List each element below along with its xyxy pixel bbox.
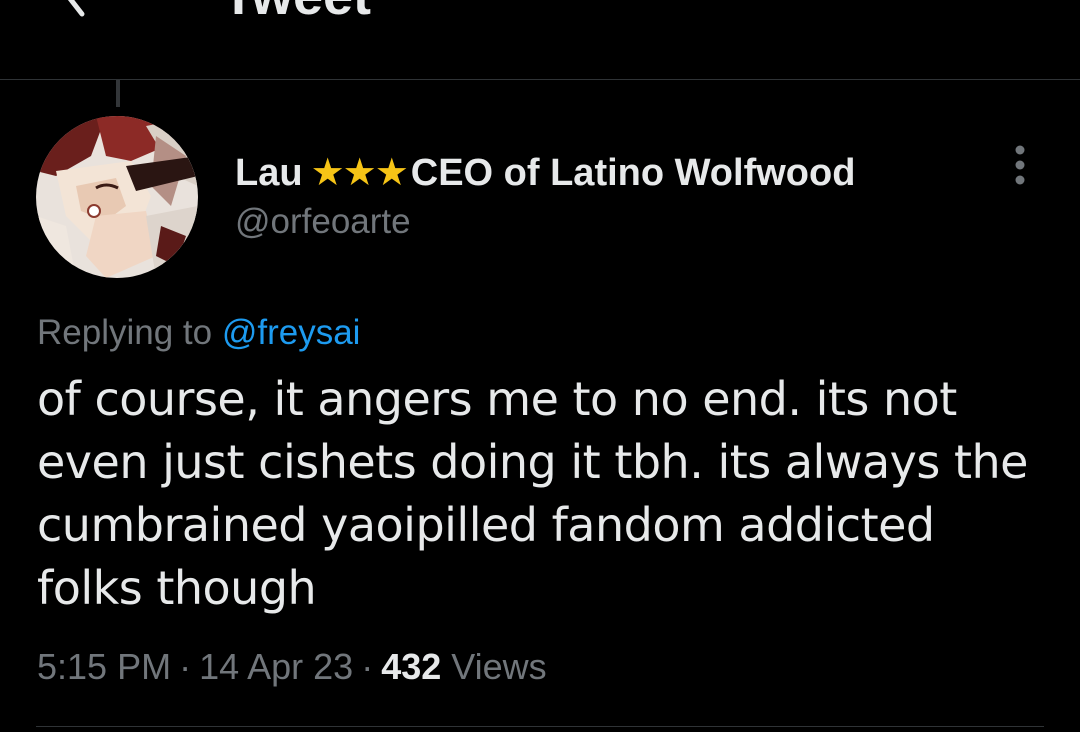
replying-to-label: Replying to: [37, 313, 213, 352]
page-title: Tweet: [222, 0, 371, 26]
meta-separator: ·: [179, 646, 192, 687]
replying-to-line: Replying to @freysai: [37, 310, 360, 356]
divider: [36, 726, 1044, 727]
thread-connector-line: [116, 80, 120, 107]
top-header: Tweet: [0, 0, 1080, 80]
tweet-time[interactable]: 5:15 PM: [37, 646, 171, 687]
tweet-detail-page: Tweet Lau★★★CEO of Latino Wolfwood @orfe…: [0, 0, 1080, 732]
more-vertical-icon[interactable]: [1004, 140, 1036, 190]
back-arrow-icon[interactable]: [52, 0, 96, 18]
views-count[interactable]: 432: [381, 646, 441, 687]
views-label: Views: [451, 646, 547, 687]
star-emoji-icon: ★★★: [310, 152, 409, 194]
avatar[interactable]: [36, 116, 198, 278]
display-name[interactable]: Lau ★★★ CEO of Latino Wolfwood: [235, 150, 855, 196]
display-name-prefix: Lau: [235, 152, 303, 194]
user-handle[interactable]: @orfeoarte: [235, 200, 411, 244]
display-name-suffix: CEO of Latino Wolfwood: [410, 152, 856, 194]
tweet-date[interactable]: 14 Apr 23: [199, 646, 353, 687]
meta-separator: ·: [361, 646, 374, 687]
user-avatar-icon: [36, 116, 198, 278]
tweet-meta: 5:15 PM · 14 Apr 23 · 432 Views: [37, 644, 547, 690]
reply-mention-link[interactable]: @freysai: [222, 313, 361, 352]
tweet-text: of course, it angers me to no end. its n…: [37, 372, 1028, 615]
